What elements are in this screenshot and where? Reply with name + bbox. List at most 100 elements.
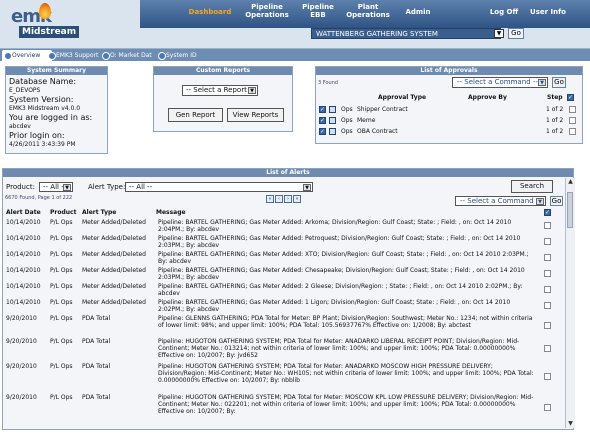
tab-system-id[interactable]: System ID <box>156 50 212 61</box>
alert-product: P/L Ops <box>50 363 73 370</box>
row-checkbox[interactable] <box>544 238 551 245</box>
select-all-checkbox[interactable]: ✓ <box>567 94 574 101</box>
logged-label: You are logged in as: <box>9 113 93 122</box>
emk-logo: emk Midstream <box>3 2 80 44</box>
prev-page-icon[interactable]: ‹ <box>275 195 283 203</box>
panel-title: List of Approvals <box>316 67 582 75</box>
next-page-icon[interactable]: › <box>284 195 292 203</box>
alert-date: 9/20/2010 <box>6 315 37 322</box>
magnifier-icon[interactable] <box>329 117 336 124</box>
row-checkbox[interactable] <box>544 286 551 293</box>
col-alert-date: Alert Date <box>6 209 41 216</box>
magnifier-icon[interactable] <box>329 128 336 135</box>
report-select[interactable]: -- Select a Report -- ▼ <box>182 85 258 96</box>
edit-icon[interactable]: ✓ <box>319 106 326 113</box>
alert-message: Pipeline: BARTEL GATHERING; Gas Meter Ad… <box>158 267 525 281</box>
alert-message: Pipeline: HUGOTON GATHERING SYSTEM; PDA … <box>158 338 520 359</box>
alert-type: Meter Added/Deleted <box>82 235 146 242</box>
tab-overview[interactable]: Overview <box>2 50 52 61</box>
alert-row[interactable]: 9/20/2010 P/L Ops PDA Total Pipeline: HU… <box>6 394 554 422</box>
system-select[interactable]: WATTENBERG GATHERING SYSTEM <box>311 28 501 39</box>
alert-row[interactable]: 10/14/2010 P/L Ops Meter Added/Deleted P… <box>6 235 554 249</box>
row-checkbox[interactable] <box>544 302 551 309</box>
alert-message: Pipeline: BARTEL GATHERING; Gas Meter Ad… <box>158 219 512 233</box>
panel-title: System Summary <box>6 67 107 75</box>
nav-admin[interactable]: Admin <box>403 8 433 16</box>
alert-date: 10/14/2010 <box>6 235 41 242</box>
nav-dashboard[interactable]: Dashboard <box>185 8 235 16</box>
tab-label: System ID <box>166 52 197 59</box>
row-checkbox[interactable] <box>544 373 551 380</box>
tab-market-data[interactable]: O: Market Dat <box>100 50 164 61</box>
tab-emk3-support[interactable]: EMK3 Support <box>46 50 108 61</box>
alert-row[interactable]: 9/20/2010 P/L Ops PDA Total Pipeline: GL… <box>6 315 554 336</box>
approval-row[interactable]: ✓ Ops Meme 1 of 2 <box>319 116 581 126</box>
last-page-icon[interactable]: » <box>293 195 301 203</box>
nav-pipeline-operations[interactable]: Pipeline Operations <box>241 3 293 19</box>
approvals-command-select[interactable]: -- Select a Command -- ▼ <box>452 77 548 88</box>
nav-user-info[interactable]: User Info <box>525 8 571 16</box>
alert-type: PDA Total <box>82 394 111 401</box>
alert-product: P/L Ops <box>50 394 73 401</box>
approval-row[interactable]: ✓ Ops OBA Contract 1 of 2 <box>319 127 581 137</box>
magnifier-icon[interactable] <box>329 106 336 113</box>
product-filter-label: Product: <box>6 183 35 191</box>
row-checkbox[interactable] <box>544 404 551 411</box>
alert-row[interactable]: 10/14/2010 P/L Ops Meter Added/Deleted P… <box>6 219 554 233</box>
row-checkbox[interactable] <box>569 106 576 113</box>
alert-message: Pipeline: BARTEL GATHERING; Gas Meter Ad… <box>158 299 511 313</box>
alert-date: 9/20/2010 <box>6 394 37 401</box>
approval-step: 1 of 2 <box>546 128 564 135</box>
alert-row[interactable]: 10/14/2010 P/L Ops Meter Added/Deleted P… <box>6 299 554 313</box>
scroll-up-icon[interactable]: ▲ <box>566 178 575 186</box>
view-reports-button[interactable]: View Reports <box>227 108 284 122</box>
product-filter-select[interactable]: -- All -- ▼ <box>39 182 73 192</box>
first-page-icon[interactable]: « <box>266 195 274 203</box>
alert-type-select[interactable]: -- All -- ▼ <box>125 182 313 192</box>
row-checkbox[interactable] <box>544 322 551 329</box>
alert-product: P/L Ops <box>50 267 73 274</box>
tab-label: EMK3 Support <box>56 52 99 59</box>
alert-row[interactable]: 9/20/2010 P/L Ops PDA Total Pipeline: HU… <box>6 338 554 359</box>
system-go-button[interactable]: Go <box>508 28 524 39</box>
alert-row[interactable]: 10/14/2010 P/L Ops Meter Added/Deleted P… <box>6 267 554 281</box>
alert-product: P/L Ops <box>50 315 73 322</box>
alert-product: P/L Ops <box>50 283 73 290</box>
gen-report-button[interactable]: Gen Report <box>168 108 223 122</box>
chevron-down-icon: ▼ <box>538 79 546 86</box>
alerts-command-select[interactable]: -- Select a Command -- ▼ <box>455 196 546 206</box>
approvals-panel: List of Approvals 3 Found -- Select a Co… <box>315 66 583 144</box>
col-step: Step <box>547 94 563 101</box>
alerts-scrollbar[interactable]: ▲ ▼ <box>565 178 575 428</box>
scroll-down-icon[interactable]: ▼ <box>566 420 575 428</box>
alert-date: 9/20/2010 <box>6 363 37 370</box>
alert-row[interactable]: 10/14/2010 P/L Ops Meter Added/Deleted P… <box>6 283 554 297</box>
select-all-checkbox[interactable]: ✓ <box>544 209 551 216</box>
nav-pipeline-ebb[interactable]: Pipeline EBB <box>300 3 336 19</box>
alert-row[interactable]: 10/14/2010 P/L Ops Meter Added/Deleted P… <box>6 251 554 265</box>
row-checkbox[interactable] <box>569 128 576 135</box>
nav-log-off[interactable]: Log Off <box>488 8 520 16</box>
edit-icon[interactable]: ✓ <box>319 117 326 124</box>
row-checkbox[interactable] <box>544 222 551 229</box>
chevron-down-icon[interactable]: ▼ <box>494 29 504 38</box>
scroll-thumb[interactable] <box>567 192 573 228</box>
logged-value: abcdev <box>9 123 31 130</box>
approval-type: OBA Contract <box>357 128 398 135</box>
approval-row[interactable]: ✓ Ops Shipper Contract 1 of 2 <box>319 105 581 115</box>
row-checkbox[interactable] <box>569 117 576 124</box>
row-checkbox[interactable] <box>544 254 551 261</box>
alert-row[interactable]: 9/20/2010 P/L Ops PDA Total Pipeline: HU… <box>6 363 554 391</box>
alerts-go-button[interactable]: Go <box>550 196 563 206</box>
nav-plant-operations[interactable]: Plant Operations <box>343 3 393 19</box>
approval-step: 1 of 2 <box>546 106 564 113</box>
edit-icon[interactable]: ✓ <box>319 128 326 135</box>
search-button[interactable]: Search <box>511 180 553 193</box>
row-checkbox[interactable] <box>544 270 551 277</box>
row-checkbox[interactable] <box>544 345 551 352</box>
approvals-go-button[interactable]: Go <box>552 77 566 88</box>
alert-date: 9/20/2010 <box>6 338 37 345</box>
db-label: Database Name: <box>9 77 77 86</box>
alert-type: Meter Added/Deleted <box>82 251 146 258</box>
alert-date: 10/14/2010 <box>6 251 41 258</box>
